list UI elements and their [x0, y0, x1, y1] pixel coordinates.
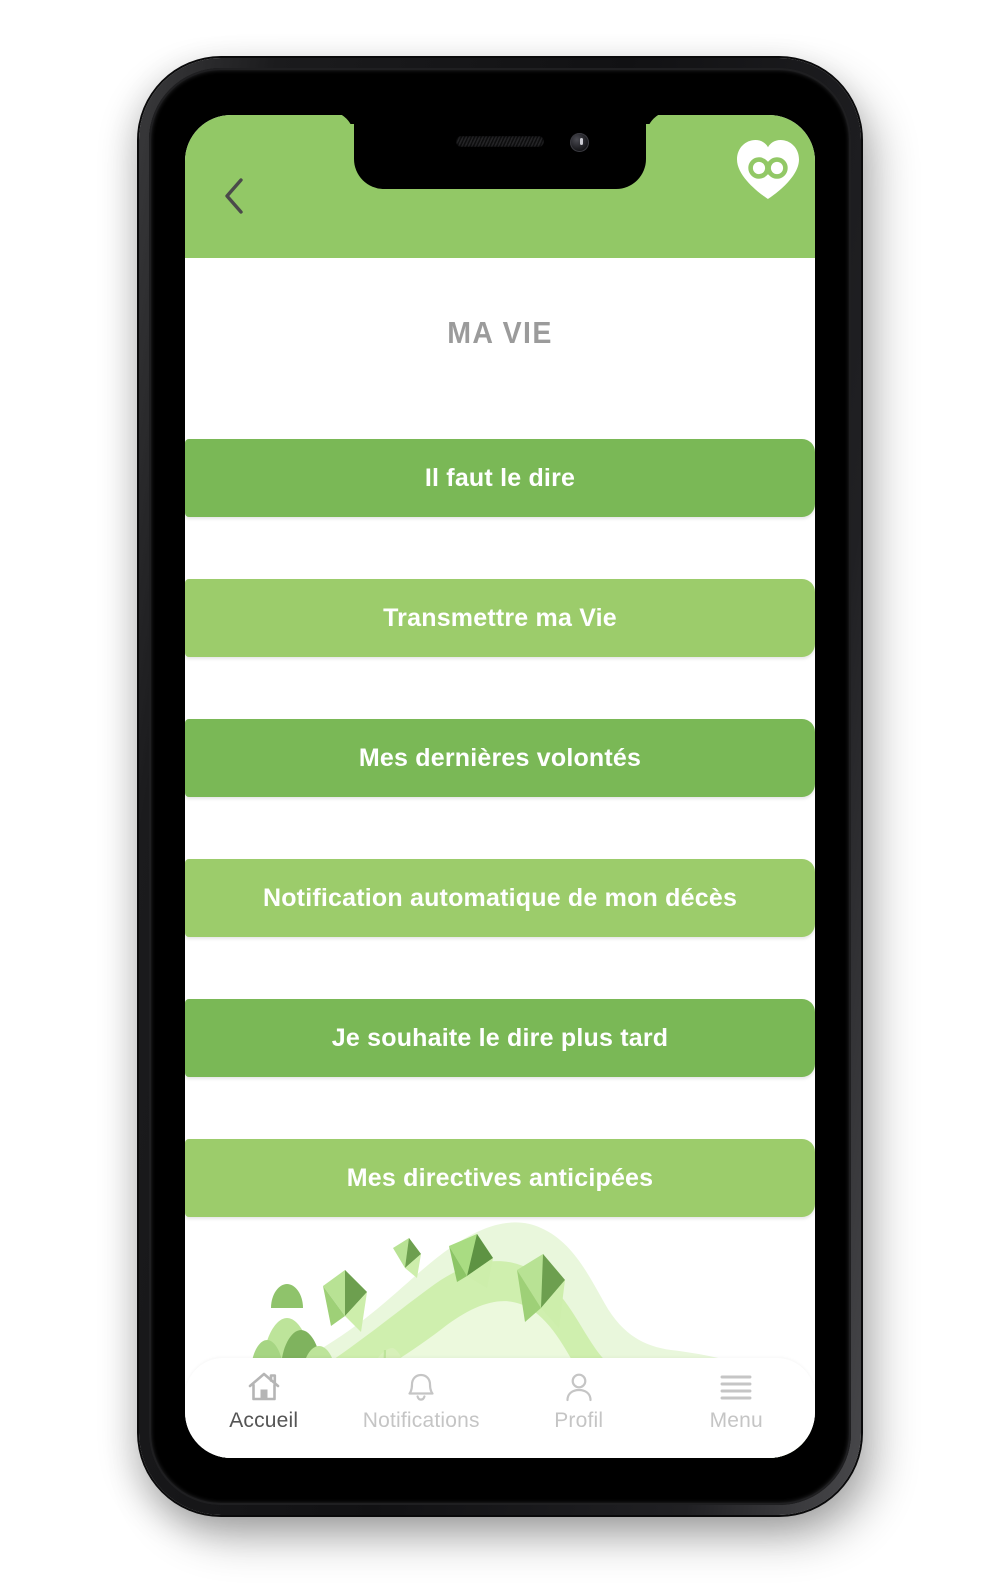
- menu-button-je-souhaite-le-dire-plus-tard[interactable]: Je souhaite le dire plus tard: [185, 999, 815, 1077]
- heart-infinity-logo-icon: [737, 140, 799, 199]
- phone-frame: MA VIE Il faut le dire Transmettre ma Vi…: [139, 58, 861, 1515]
- menu-button-mes-dernieres-volontes[interactable]: Mes dernières volontés: [185, 719, 815, 797]
- menu-button-notification-automatique-deces[interactable]: Notification automatique de mon décès: [185, 859, 815, 937]
- app-bar: [185, 115, 815, 258]
- nav-item-notifications[interactable]: Notifications: [343, 1358, 501, 1433]
- hamburger-icon: [719, 1370, 753, 1404]
- menu-button-il-faut-le-dire[interactable]: Il faut le dire: [185, 439, 815, 517]
- nav-item-profil[interactable]: Profil: [500, 1358, 658, 1433]
- bottom-navigation-bar: Accueil Notifications Profil Menu: [185, 1358, 815, 1458]
- nav-label-notifications: Notifications: [362, 1409, 480, 1432]
- brand-logo[interactable]: [731, 133, 805, 207]
- nav-item-accueil[interactable]: Accueil: [185, 1358, 343, 1433]
- phone-screen: MA VIE Il faut le dire Transmettre ma Vi…: [185, 115, 815, 1458]
- crystal-shape: [323, 1270, 367, 1332]
- nav-label-accueil: Accueil: [229, 1409, 299, 1432]
- page-title: MA VIE: [447, 315, 553, 350]
- back-button[interactable]: [211, 173, 257, 219]
- home-icon: [247, 1370, 281, 1404]
- chevron-left-icon: [225, 178, 243, 214]
- user-icon: [563, 1370, 595, 1404]
- menu-button-mes-directives-anticipees[interactable]: Mes directives anticipées: [185, 1139, 815, 1217]
- nav-item-menu[interactable]: Menu: [658, 1358, 816, 1433]
- bell-icon: [405, 1370, 437, 1404]
- front-camera-icon: [570, 133, 589, 152]
- speaker-grille-icon: [456, 136, 544, 147]
- nav-label-menu: Menu: [709, 1409, 763, 1432]
- device-notch: [354, 115, 646, 189]
- menu-list: Il faut le dire Transmettre ma Vie Mes d…: [185, 439, 815, 1279]
- nav-label-profil: Profil: [554, 1409, 604, 1432]
- menu-button-transmettre-ma-vie[interactable]: Transmettre ma Vie: [185, 579, 815, 657]
